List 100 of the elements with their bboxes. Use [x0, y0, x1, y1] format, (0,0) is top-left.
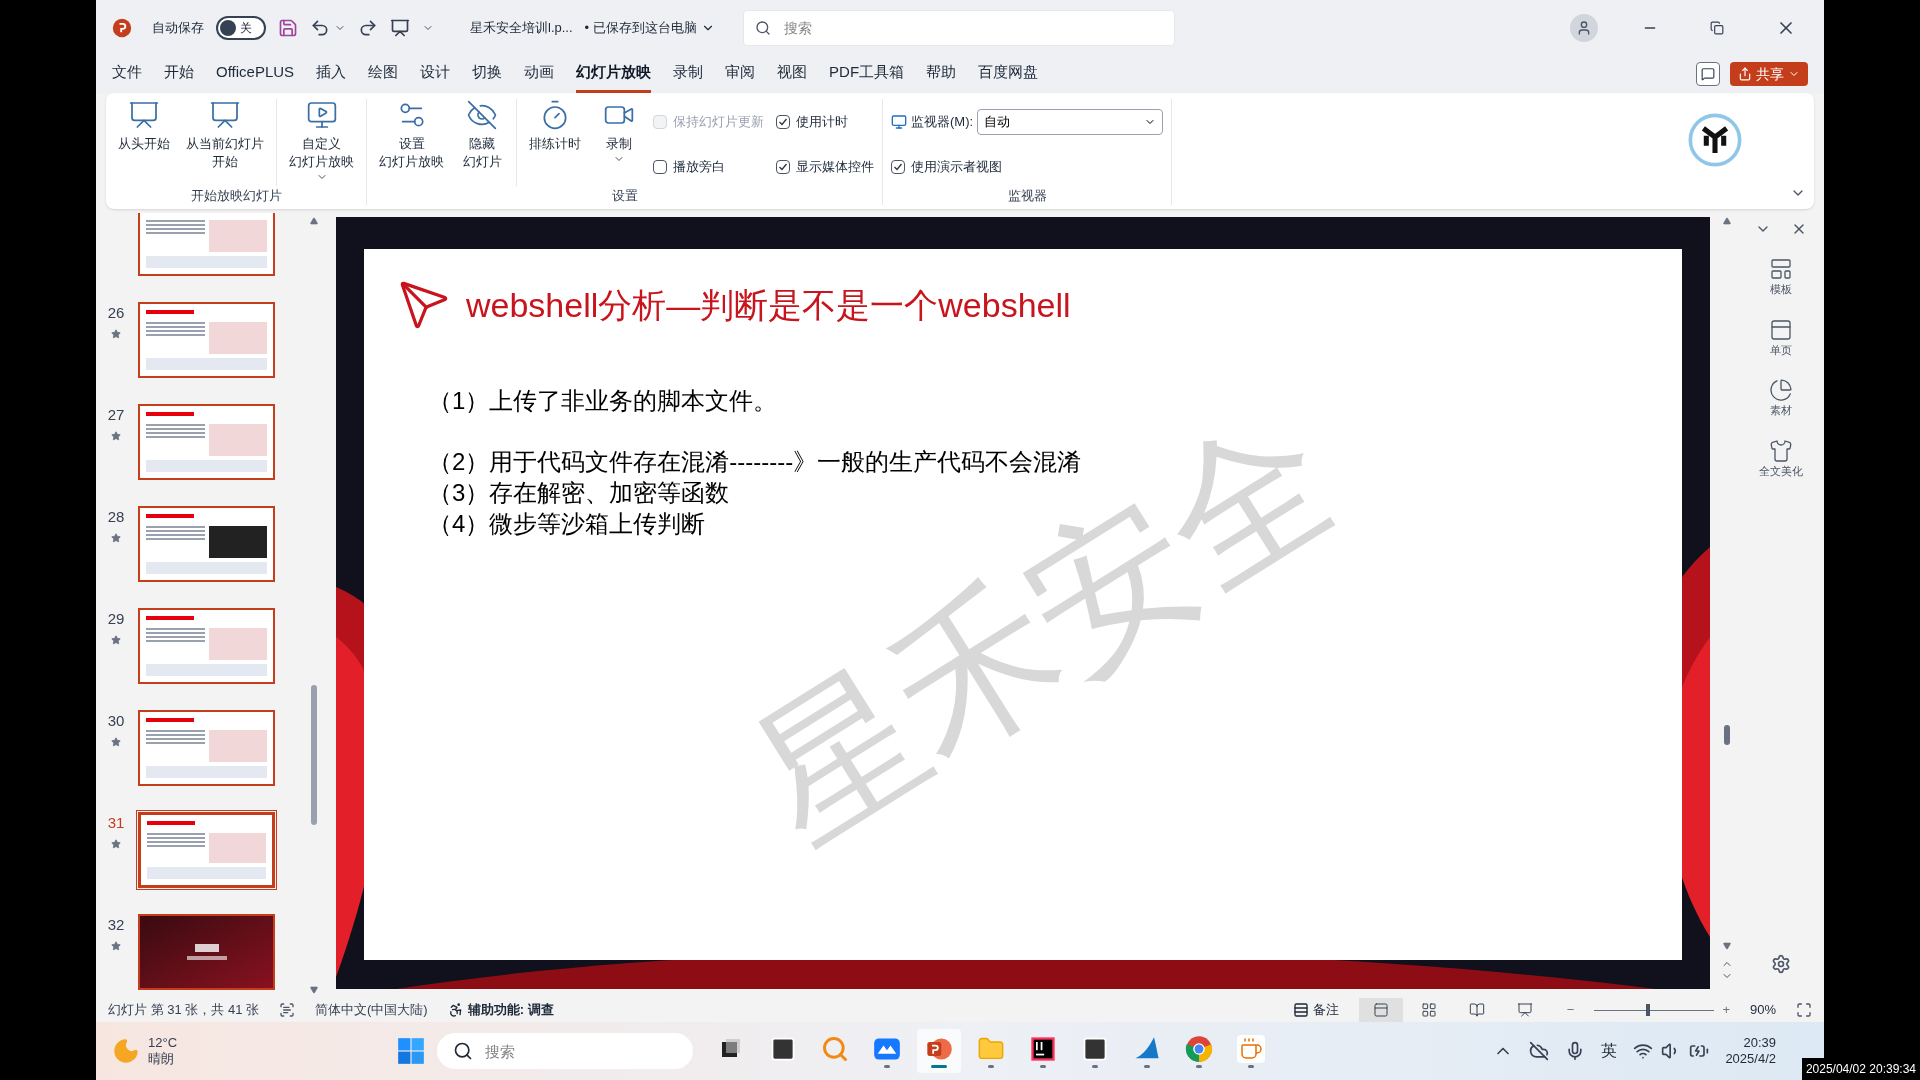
- ribbon-button[interactable]: 设置 幻灯片放映: [375, 99, 448, 186]
- browser-icon[interactable]: [1185, 1034, 1214, 1063]
- star-icon: [111, 940, 121, 951]
- zoom-percent[interactable]: 90%: [1749, 1000, 1776, 1020]
- checkbox[interactable]: 使用计时: [776, 103, 874, 141]
- language-status[interactable]: 简体中文(中国大陆): [315, 1000, 428, 1020]
- slide-thumbnail[interactable]: [138, 608, 275, 684]
- settings-icon[interactable]: [1771, 954, 1791, 974]
- zoom-in-button[interactable]: +: [1722, 1000, 1730, 1020]
- screen-icon: [305, 99, 338, 131]
- running-indicator: [1040, 1064, 1047, 1068]
- checkbox[interactable]: 使用演示者视图: [891, 148, 1164, 186]
- ide-icon[interactable]: [1029, 1034, 1058, 1063]
- coffee-cup-icon[interactable]: [1237, 1034, 1266, 1063]
- page-icon: [1769, 317, 1793, 342]
- assistant-logo-icon[interactable]: [1686, 111, 1744, 169]
- slide-thumbnail[interactable]: [138, 710, 275, 786]
- ribbon-button[interactable]: 隐藏 幻灯片: [456, 99, 508, 186]
- autosave-toggle[interactable]: 关: [216, 15, 266, 40]
- ribbon-button[interactable]: 排练计时: [525, 99, 585, 186]
- side-panel-item[interactable]: 单页: [1769, 317, 1793, 358]
- slide-thumbnail[interactable]: [138, 302, 275, 378]
- cloud-icon[interactable]: [1529, 1041, 1550, 1061]
- shirt-icon: [1769, 438, 1793, 463]
- menu-tab[interactable]: 录制: [673, 55, 704, 93]
- ribbon-button[interactable]: 从头开始: [114, 99, 174, 186]
- zoom-out-button[interactable]: −: [1566, 1000, 1575, 1020]
- accessibility-status[interactable]: 辅助功能: 调查: [447, 1000, 554, 1020]
- menu-tab[interactable]: 绘图: [368, 55, 399, 93]
- slide-number: 27: [107, 405, 125, 425]
- menu-tab[interactable]: 百度网盘: [978, 55, 1039, 93]
- menu-tab[interactable]: 文件: [112, 55, 142, 93]
- ribbon-button[interactable]: 录制: [593, 99, 645, 186]
- comments-button[interactable]: [1696, 62, 1720, 86]
- bullet-text: （1）上传了非业务的脚本文件。: [428, 386, 778, 416]
- checkbox[interactable]: 播放旁白: [653, 148, 764, 186]
- app-logo-icon: [112, 17, 132, 38]
- presentation-icon: [1516, 1002, 1533, 1018]
- group-label: 开始放映幻灯片: [189, 186, 283, 205]
- slide-number: 28: [107, 507, 125, 527]
- slide-thumbnail[interactable]: [138, 812, 275, 888]
- side-panel-item[interactable]: 素材: [1769, 378, 1793, 419]
- pie-chart-icon: [1769, 378, 1793, 402]
- fit-slide-icon[interactable]: [1796, 1002, 1812, 1018]
- checkbox[interactable]: 显示媒体控件: [776, 148, 874, 186]
- restore-icon[interactable]: [1710, 20, 1724, 35]
- scroll-down-icon[interactable]: [310, 986, 318, 994]
- account-avatar[interactable]: [1570, 13, 1598, 42]
- running-indicator: [1092, 1064, 1099, 1068]
- slide-thumbnail[interactable]: [138, 213, 275, 276]
- menu-tab[interactable]: 切换: [472, 55, 503, 93]
- side-panel-item[interactable]: 模板: [1769, 257, 1793, 298]
- menu-tab[interactable]: 插入: [316, 55, 347, 93]
- spelling-icon[interactable]: [279, 1002, 295, 1018]
- menu-tab[interactable]: 帮助: [926, 55, 957, 93]
- scroll-up-icon[interactable]: [1723, 217, 1731, 225]
- view-button[interactable]: [1358, 998, 1403, 1022]
- ribbon-button[interactable]: 自定义 幻灯片放映: [285, 99, 358, 186]
- zoom-slider[interactable]: [1594, 1004, 1715, 1016]
- taskbar-search-field[interactable]: 搜索: [437, 1033, 694, 1069]
- slide-thumbnail[interactable]: [138, 506, 275, 582]
- presentation-icon: [128, 99, 160, 131]
- menu-tab[interactable]: 设计: [420, 55, 451, 93]
- redo-icon[interactable]: [358, 17, 378, 38]
- presentation-icon[interactable]: [390, 17, 410, 38]
- star-icon: [111, 430, 121, 441]
- undo-icon[interactable]: [310, 17, 330, 38]
- scrollbar-thumb[interactable]: [311, 685, 317, 825]
- slide-number: 26: [107, 303, 125, 323]
- search-field[interactable]: 搜索: [742, 9, 1175, 46]
- scrollbar-thumb[interactable]: [1724, 725, 1730, 745]
- moon-icon: [112, 1037, 140, 1065]
- bullet-text: （2）用于代码文件存在混淆--------》一般的生产代码不会混淆: [428, 447, 1082, 477]
- monitor-icon: [891, 113, 907, 130]
- menu-tab[interactable]: PDF工具箱: [829, 55, 905, 93]
- share-button[interactable]: 共享: [1730, 62, 1808, 86]
- checkmark-icon: [893, 161, 903, 172]
- scroll-up-icon[interactable]: [310, 217, 318, 225]
- ribbon-button[interactable]: 从当前幻灯片 开始: [182, 99, 268, 186]
- group-label: 监视器: [1006, 186, 1048, 205]
- input-method[interactable]: 英: [1601, 1039, 1618, 1063]
- side-panel-item[interactable]: 全文美化: [1759, 438, 1803, 479]
- menu-tab[interactable]: OfficePLUS: [216, 55, 295, 93]
- menu-tab[interactable]: 开始: [164, 55, 194, 93]
- slide-thumbnail[interactable]: [138, 404, 275, 480]
- menu-tab[interactable]: 审阅: [725, 55, 756, 93]
- scroll-down-icon[interactable]: [1723, 942, 1731, 950]
- notes-button[interactable]: 备注: [1292, 1000, 1339, 1020]
- wifi-icon[interactable]: [1633, 1041, 1654, 1061]
- speech-bubble-icon: [1701, 67, 1715, 81]
- star-icon: [111, 634, 121, 645]
- menu-tab[interactable]: 视图: [777, 55, 808, 93]
- start-button[interactable]: [397, 1037, 426, 1065]
- save-status[interactable]: • 已保存到这台电脑: [584, 17, 715, 38]
- share-icon: [1738, 67, 1752, 81]
- monitor-select[interactable]: 自动: [977, 108, 1164, 135]
- slide-thumbnail[interactable]: [138, 914, 275, 990]
- menu-tab[interactable]: 动画: [524, 55, 555, 93]
- save-icon[interactable]: [278, 17, 298, 38]
- clock[interactable]: 20:39 2025/4/2: [1725, 1034, 1776, 1068]
